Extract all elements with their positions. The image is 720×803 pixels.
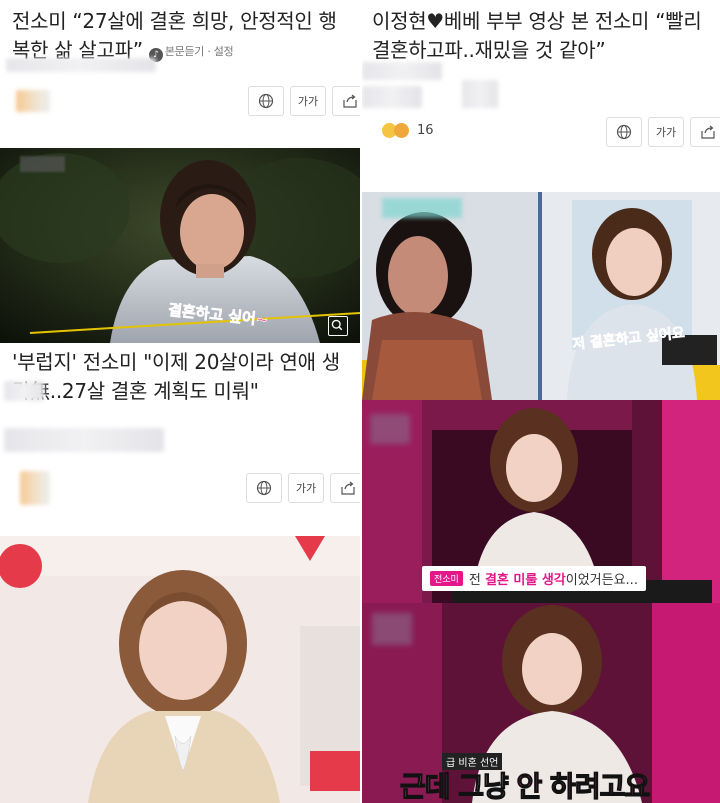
blurred-source — [6, 58, 156, 72]
globe-button[interactable] — [246, 473, 282, 503]
event-scene — [0, 536, 360, 803]
share-button[interactable] — [690, 117, 720, 147]
settings-link: 설정 — [213, 45, 234, 58]
globe-button[interactable] — [606, 117, 642, 147]
blurred-source-2 — [362, 86, 422, 108]
sad-emoji-icon — [394, 123, 409, 138]
font-size-button[interactable]: 가가 — [648, 117, 684, 147]
article-card-3[interactable]: '부럽지' 전소미 "이제 20살이라 연애 생각無..27살 결혼 계획도 미… — [0, 343, 360, 536]
blurred-source — [4, 381, 44, 401]
share-button[interactable] — [332, 86, 360, 116]
article-photo-camping[interactable]: 결혼하고 싶어~ — [0, 148, 360, 343]
globe-icon — [256, 480, 272, 496]
talk-scene — [362, 192, 720, 400]
article-card-2[interactable]: 이정현♥베베 부부 영상 본 전소미 “빨리 결혼하고파..재밌을 것 같아” … — [362, 0, 720, 180]
blurred-source-3 — [462, 80, 498, 108]
zoom-button[interactable] — [328, 316, 348, 336]
article-photo-show-1[interactable]: 전소미 전 결혼 미룰 생각이었거든요... — [362, 400, 720, 603]
share-icon — [343, 94, 357, 108]
article-headline[interactable]: 이정현♥베베 부부 영상 본 전소미 “빨리 결혼하고파..재밌을 것 같아” — [372, 7, 712, 65]
font-size-button[interactable]: 가가 — [288, 473, 324, 503]
reaction-count[interactable]: 16 — [382, 123, 434, 138]
article-photo-event[interactable] — [0, 536, 360, 803]
speaker-tag: 전소미 — [430, 571, 463, 586]
magnifier-icon — [331, 319, 343, 331]
show-big-subtitle: 근데 그냥 안 하려고요 — [399, 769, 650, 803]
globe-icon — [258, 93, 274, 109]
font-size-button[interactable]: 가가 — [290, 86, 326, 116]
article-card-1[interactable]: 전소미 “27살에 결혼 희망, 안정적인 행복한 삶 살고파” ♪ 본문듣기 ·… — [0, 0, 360, 148]
article-photo-show-2[interactable]: 급 비혼 선언 근데 그냥 안 하려고요 — [362, 603, 720, 803]
share-icon — [701, 125, 715, 139]
article-photo-talk[interactable]: 저 결혼하고 싶어요 — [362, 180, 720, 400]
globe-button[interactable] — [248, 86, 284, 116]
blurred-reaction — [20, 471, 50, 505]
globe-icon — [616, 124, 632, 140]
subtitle-text: 전 결혼 미룰 생각이었거든요... — [468, 573, 638, 588]
blurred-source — [362, 62, 442, 80]
article-headline[interactable]: '부럽지' 전소미 "이제 20살이라 연애 생각無..27살 결혼 계획도 미… — [12, 348, 352, 406]
show-subtitle: 전소미 전 결혼 미룰 생각이었거든요... — [422, 566, 646, 591]
share-button[interactable] — [330, 473, 360, 503]
blurred-reaction — [16, 90, 50, 112]
listen-control[interactable]: ♪ 본문듣기 · 설정 — [148, 45, 234, 62]
share-icon — [341, 481, 355, 495]
blurred-source-2 — [4, 428, 164, 452]
